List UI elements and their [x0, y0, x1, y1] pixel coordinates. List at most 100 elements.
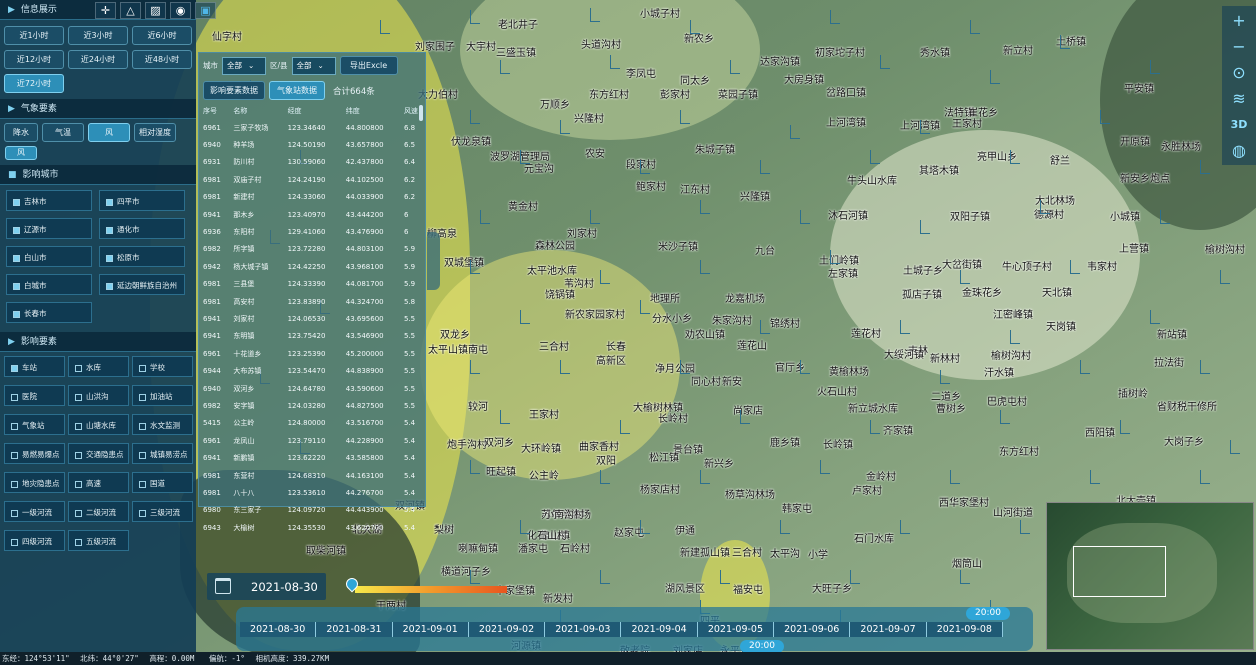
table-scrollbar[interactable] [419, 105, 423, 121]
triangle-measure-icon[interactable]: △ [120, 2, 141, 19]
zoom-out-icon[interactable]: − [1224, 36, 1254, 57]
district-filter-select[interactable]: 全部 ⌄ [291, 56, 336, 75]
layers-icon[interactable]: ≋ [1224, 88, 1254, 109]
time-range-button[interactable]: 近1小时 [4, 26, 64, 45]
time-range-button[interactable]: 近12小时 [4, 50, 64, 69]
checkbox-icon[interactable] [75, 509, 82, 517]
checkbox-icon[interactable] [13, 226, 20, 234]
city-checkbox[interactable]: 延边朝鲜族自治州 [99, 274, 185, 295]
factor-checkbox[interactable]: 地灾隐患点 [4, 472, 65, 493]
globe-icon[interactable]: ◍ [1224, 140, 1254, 161]
column-header[interactable]: 经度 [284, 103, 342, 119]
table-row[interactable]: 6961 十花道乡 123.25390 45.200000 5.5 [199, 345, 425, 362]
timeline-date[interactable]: 2021-09-04 [621, 622, 698, 637]
factor-checkbox[interactable]: 交通隐患点 [68, 443, 129, 464]
checkbox-icon[interactable] [139, 364, 146, 372]
target-icon[interactable]: ◉ [170, 2, 191, 19]
factor-checkbox[interactable]: 山洪沟 [68, 385, 129, 406]
checkbox-icon[interactable] [75, 538, 82, 546]
time-range-button[interactable]: 近72小时 [4, 74, 64, 93]
weather-factor-button[interactable]: 气温 [42, 123, 84, 142]
checkbox-icon[interactable] [139, 451, 146, 459]
export-excel-button[interactable]: 导出Excle [339, 56, 398, 75]
table-row[interactable]: 6981 高安村 123.83890 44.324700 5.8 [199, 293, 425, 310]
table-row[interactable]: 6961 三家子牧场 123.34640 44.800800 6.8 [199, 119, 425, 136]
factor-checkbox[interactable]: 车站 [4, 356, 65, 377]
timeline-date[interactable]: 2021-09-05 [697, 622, 775, 637]
factor-checkbox[interactable]: 二级河流 [68, 501, 129, 522]
checkbox-icon[interactable] [11, 364, 18, 372]
column-header[interactable]: 序号 [199, 103, 229, 119]
factor-checkbox[interactable]: 水文监测 [132, 414, 193, 435]
city-checkbox[interactable]: 白城市 [6, 274, 92, 295]
factor-checkbox[interactable]: 加油站 [132, 385, 193, 406]
table-row[interactable]: 6941 刘家村 124.06530 43.695600 5.5 [199, 310, 425, 327]
tab-station-data[interactable]: 气象站数据 [269, 81, 325, 100]
checkbox-icon[interactable] [11, 538, 18, 546]
pattern-icon[interactable]: ▨ [145, 2, 166, 19]
table-row[interactable]: 6981 东营村 124.68310 44.163100 5.4 [199, 467, 425, 484]
overview-minimap[interactable] [1046, 502, 1254, 650]
city-checkbox[interactable]: 长春市 [6, 302, 92, 323]
table-row[interactable]: 6961 龙凤山 123.79110 44.228900 5.4 [199, 432, 425, 449]
table-row[interactable]: 5415 公主岭 124.80000 43.516700 5.4 [199, 415, 425, 432]
checkbox-icon[interactable] [75, 422, 82, 430]
time-range-button[interactable]: 近48小时 [132, 50, 192, 69]
selected-weather-tag[interactable]: 风 [5, 146, 37, 160]
column-header[interactable]: 纬度 [342, 103, 400, 119]
panel-collapse-handle[interactable] [427, 232, 440, 290]
checkbox-icon[interactable] [106, 198, 113, 206]
factor-checkbox[interactable]: 四级河流 [4, 530, 65, 551]
timeline-date[interactable]: 2021-08-30 [240, 622, 317, 637]
checkbox-icon[interactable] [75, 393, 82, 401]
timeline-bar[interactable]: 2021-08-30 2021-08-31 2021-09-01 2021-09-02… [236, 607, 1033, 653]
table-row[interactable]: 6943 大榆树 124.35530 43.620700 5.4 [199, 519, 425, 536]
checkbox-icon[interactable] [11, 393, 18, 401]
city-checkbox[interactable]: 白山市 [6, 246, 92, 267]
column-header[interactable]: 名称 [229, 103, 283, 119]
timeline-date[interactable]: 2021-09-02 [468, 622, 546, 637]
timeline-date[interactable]: 2021-09-03 [545, 622, 622, 637]
city-filter-select[interactable]: 全部 ⌄ [222, 56, 266, 75]
checkbox-icon[interactable] [139, 393, 146, 401]
factor-checkbox[interactable]: 学校 [132, 356, 193, 377]
table-row[interactable]: 6981 八十八 123.53610 44.276700 5.4 [199, 484, 425, 501]
checkbox-icon[interactable] [139, 480, 146, 488]
factor-checkbox[interactable]: 城镇易涝点 [132, 443, 193, 464]
checkbox-icon[interactable] [13, 254, 20, 262]
table-row[interactable]: 6931 防川村 130.59060 42.437800 6.4 [199, 154, 425, 171]
time-range-button[interactable]: 近6小时 [132, 26, 192, 45]
table-row[interactable]: 6942 杨大城子镇 124.42250 43.968100 5.9 [199, 258, 425, 275]
table-row[interactable]: 6941 那木乡 123.40970 43.444200 6 [199, 206, 425, 223]
time-range-button[interactable]: 近24小时 [68, 50, 128, 69]
checkbox-icon[interactable] [75, 364, 82, 372]
checkbox-icon[interactable] [106, 254, 113, 262]
factor-checkbox[interactable]: 一级河流 [4, 501, 65, 522]
checkbox-icon[interactable] [139, 422, 146, 430]
checkbox-icon[interactable] [13, 198, 20, 206]
minimap-viewport-frame[interactable] [1073, 546, 1166, 597]
weather-factor-button[interactable]: 降水 [4, 123, 38, 142]
factor-checkbox[interactable]: 国道 [132, 472, 193, 493]
toolbox-icon[interactable]: ▣ [195, 2, 216, 19]
factor-checkbox[interactable]: 高速 [68, 472, 129, 493]
table-row[interactable]: 6944 大布苏镇 123.54470 44.838900 5.5 [199, 362, 425, 379]
checkbox-icon[interactable] [11, 451, 18, 459]
timeline-date[interactable]: 2021-09-06 [774, 622, 851, 637]
factor-checkbox[interactable]: 山塘水库 [68, 414, 129, 435]
timeline-date[interactable]: 2021-08-31 [316, 622, 393, 637]
factor-checkbox[interactable]: 易燃易爆点 [4, 443, 65, 464]
table-row[interactable]: 6941 新鹏镇 123.62220 43.585800 5.4 [199, 449, 425, 466]
city-checkbox[interactable]: 吉林市 [6, 190, 92, 211]
tab-impact-data[interactable]: 影响要素数据 [203, 81, 265, 100]
checkbox-icon[interactable] [13, 282, 20, 290]
timeline-date[interactable]: 2021-09-07 [850, 622, 927, 637]
checkbox-icon[interactable] [11, 509, 18, 517]
table-row[interactable]: 6982 所字镇 123.72280 44.803100 5.9 [199, 241, 425, 258]
table-row[interactable]: 6980 东三家子 124.09720 44.443900 5.4 [199, 502, 425, 519]
checkbox-icon[interactable] [106, 226, 113, 234]
checkbox-icon[interactable] [75, 451, 82, 459]
city-checkbox[interactable]: 四平市 [99, 190, 185, 211]
3d-toggle-icon[interactable]: 3D [1224, 114, 1254, 135]
table-row[interactable]: 6941 东明镇 123.75420 43.546900 5.5 [199, 328, 425, 345]
